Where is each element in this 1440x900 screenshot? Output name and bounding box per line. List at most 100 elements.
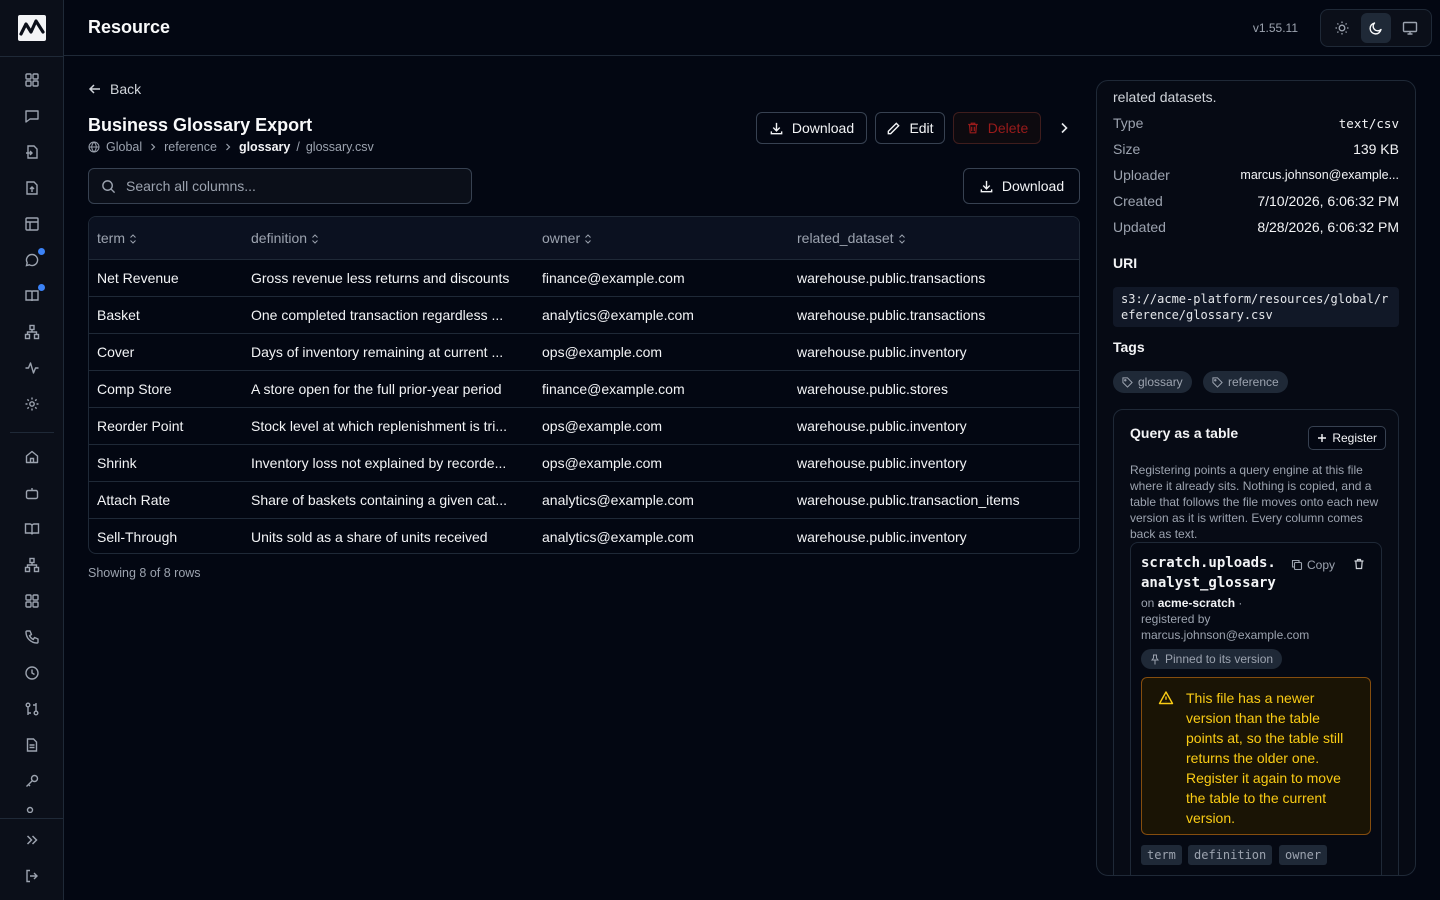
edit-button[interactable]: Edit <box>875 112 945 144</box>
phone-icon[interactable] <box>20 625 44 649</box>
meta-uploader: Uploader marcus.johnson@example... <box>1113 167 1399 183</box>
cell-definition: Gross revenue less returns and discounts <box>243 259 534 297</box>
chat-icon[interactable] <box>20 104 44 128</box>
open-book-icon[interactable] <box>20 517 44 541</box>
column-header-definition[interactable]: definition <box>243 217 534 260</box>
uri-label: URI <box>1113 255 1138 271</box>
breadcrumb: Global reference glossary / glossary.csv <box>88 140 374 154</box>
page-title: Business Glossary Export <box>88 115 313 135</box>
cell-definition: Days of inventory remaining at current .… <box>243 333 534 371</box>
system-theme-button[interactable] <box>1395 13 1425 43</box>
table-download-label: Download <box>1001 178 1065 194</box>
table-row[interactable]: Comp Store A store open for the full prio… <box>89 370 1079 408</box>
document-icon[interactable] <box>20 733 44 757</box>
meta-type: Type text/csv <box>1113 115 1399 131</box>
search-box <box>88 168 472 204</box>
upload-file-icon[interactable] <box>20 176 44 200</box>
table-download-button[interactable]: Download <box>963 168 1080 204</box>
cell-related-dataset: warehouse.public.inventory <box>797 528 967 545</box>
import-icon[interactable] <box>20 140 44 164</box>
details-panel[interactable]: related datasets. Type text/csv Size 139 K… <box>1096 80 1416 876</box>
column-chip: definition <box>1188 845 1273 865</box>
sidebar <box>0 0 64 900</box>
logout-icon[interactable] <box>20 864 44 888</box>
back-link[interactable]: Back <box>88 81 141 97</box>
dashboard-icon[interactable] <box>20 68 44 92</box>
breadcrumb-reference[interactable]: reference <box>164 140 217 154</box>
breadcrumb-glossary[interactable]: glossary <box>239 140 290 154</box>
column-header-related-dataset[interactable]: related_dataset <box>789 217 1079 260</box>
uri-value[interactable]: s3://acme-platform/resources/global/refe… <box>1113 287 1399 327</box>
cell-related-dataset: warehouse.public.transactions <box>789 296 1079 334</box>
data-table: term definition owner related_dataset Ne… <box>88 216 1080 554</box>
sort-icon <box>898 234 906 244</box>
clock-icon[interactable] <box>20 661 44 685</box>
cell-term: Net Revenue <box>89 259 243 297</box>
back-label: Back <box>110 81 142 97</box>
copy-label: Copy <box>1307 558 1336 572</box>
dark-theme-button[interactable] <box>1361 13 1391 43</box>
tag-chip[interactable]: reference <box>1203 371 1288 393</box>
meta-key: Uploader <box>1113 167 1170 183</box>
registered-by: marcus.johnson@example.com <box>1141 628 1310 642</box>
meta-value: 8/28/2026, 6:06:32 PM <box>1257 219 1399 235</box>
cell-definition: Inventory loss not explained by recorde.… <box>243 444 534 482</box>
warning-icon <box>1158 690 1174 706</box>
column-header-label: related_dataset <box>797 229 894 246</box>
row-count: Showing 8 of 8 rows <box>88 566 201 580</box>
network-icon[interactable] <box>20 553 44 577</box>
register-button[interactable]: Register <box>1308 426 1386 450</box>
compare-icon[interactable] <box>20 697 44 721</box>
book-icon[interactable] <box>20 284 45 308</box>
delete-button[interactable]: Delete <box>953 112 1041 144</box>
tag-chip[interactable]: glossary <box>1113 371 1192 393</box>
table-row[interactable]: Sell-Through Units sold as a share of uni… <box>89 518 1079 553</box>
table-row[interactable]: Net Revenue Gross revenue less returns an… <box>89 259 1079 297</box>
copy-icon <box>1291 559 1303 571</box>
table-row[interactable]: Reorder Point Stock level at which replen… <box>89 407 1079 445</box>
app-logo-icon[interactable] <box>18 15 46 41</box>
pencil-icon <box>888 121 901 134</box>
column-header-owner[interactable]: owner <box>534 217 789 260</box>
search-icon <box>102 179 116 193</box>
version-warning: This file has a newer version than the t… <box>1141 677 1371 835</box>
trash-icon[interactable] <box>1353 558 1365 570</box>
chevron-right-icon[interactable] <box>1054 118 1074 138</box>
hierarchy-icon[interactable] <box>20 320 44 344</box>
key-icon[interactable] <box>20 769 44 793</box>
meta-updated: Updated 8/28/2026, 6:06:32 PM <box>1113 219 1399 235</box>
plus-icon <box>1318 434 1327 442</box>
copy-button[interactable]: Copy <box>1291 558 1335 572</box>
tag-icon <box>1122 376 1133 388</box>
cell-term: Comp Store <box>89 370 243 408</box>
table-row[interactable]: Attach Rate Share of baskets containing a… <box>89 481 1079 519</box>
version-label: v1.55.11 <box>1252 21 1298 35</box>
column-header-label: term <box>97 229 125 246</box>
download-button[interactable]: Download <box>756 112 867 144</box>
bot-icon[interactable] <box>20 481 44 505</box>
breadcrumb-global[interactable]: Global <box>106 140 142 154</box>
cell-owner: ops@example.com <box>534 333 789 371</box>
expand-sidebar-icon[interactable] <box>20 828 44 852</box>
trash-icon <box>967 122 978 134</box>
cell-definition: Share of baskets containing a given cat.… <box>243 481 534 519</box>
cell-term: Reorder Point <box>89 407 243 445</box>
column-chip: owner <box>1279 845 1328 865</box>
activity-icon[interactable] <box>20 356 44 380</box>
users-icon[interactable] <box>20 805 44 813</box>
column-header-term[interactable]: term <box>89 217 243 260</box>
settings-icon[interactable] <box>20 392 44 416</box>
pin-icon <box>1151 654 1159 664</box>
cell-owner: ops@example.com <box>534 407 789 445</box>
table-row[interactable]: Shrink Inventory loss not explained by re… <box>89 444 1079 482</box>
chat-bubble-icon[interactable] <box>20 248 45 272</box>
home-icon[interactable] <box>20 445 44 469</box>
cell-owner: analytics@example.com <box>542 528 694 545</box>
table-row[interactable]: Cover Days of inventory remaining at curr… <box>89 333 1079 371</box>
search-input[interactable] <box>126 178 456 194</box>
grid-icon[interactable] <box>20 589 44 613</box>
table-icon[interactable] <box>20 212 44 236</box>
table-row[interactable]: Basket One completed transaction regardle… <box>89 296 1079 334</box>
cell-owner: ops@example.com <box>534 444 789 482</box>
light-theme-button[interactable] <box>1327 13 1357 43</box>
